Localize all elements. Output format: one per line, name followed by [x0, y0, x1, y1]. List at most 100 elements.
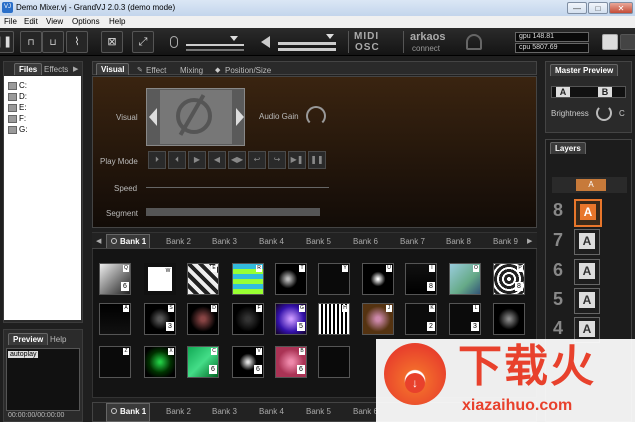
bank-tab-8[interactable]: Bank 8: [446, 237, 471, 246]
layout-split-icon[interactable]: [620, 34, 635, 50]
bank-bottom-tab-2[interactable]: Bank 2: [166, 407, 191, 416]
maximize-button[interactable]: □: [588, 2, 608, 14]
arkaos-label[interactable]: arkaos: [410, 32, 445, 43]
visual-prev-icon[interactable]: [149, 108, 157, 126]
layer-slot[interactable]: A: [574, 259, 600, 285]
clip-thumb[interactable]: T: [275, 263, 307, 295]
bank-scroll-right-icon[interactable]: ▶: [527, 237, 532, 245]
layer-crossfade-a[interactable]: A: [576, 179, 606, 191]
clip-thumb[interactable]: S3: [144, 303, 176, 335]
close-button[interactable]: ✕: [609, 2, 633, 14]
clip-thumb[interactable]: Y: [318, 263, 350, 295]
tab-preview[interactable]: Preview: [8, 333, 49, 345]
brightness-knob[interactable]: [596, 105, 612, 121]
clip-thumb[interactable]: F: [232, 303, 264, 335]
clip-thumb[interactable]: A: [99, 303, 131, 335]
clip-thumb[interactable]: [318, 346, 350, 378]
bank-tab-3[interactable]: Bank 3: [212, 237, 237, 246]
menu-edit[interactable]: Edit: [24, 17, 38, 26]
segment-bar[interactable]: [146, 208, 320, 216]
layer-row-8[interactable]: 8 A: [548, 198, 628, 227]
clip-thumb[interactable]: E: [187, 263, 219, 295]
master-b-icon[interactable]: B: [598, 87, 612, 97]
bank-tab-2[interactable]: Bank 2: [166, 237, 191, 246]
layer-slot[interactable]: A: [574, 229, 600, 255]
volume-slider-knob[interactable]: [326, 34, 334, 39]
clip-thumb[interactable]: W: [144, 263, 176, 295]
tab-files[interactable]: Files: [14, 63, 43, 75]
bank-tab-7[interactable]: Bank 7: [400, 237, 425, 246]
osc-label[interactable]: OSC: [355, 43, 380, 53]
speed-slider[interactable]: [146, 187, 329, 188]
clip-thumb[interactable]: L3: [449, 303, 481, 335]
headphones-icon[interactable]: [466, 34, 482, 50]
bank-tab-1[interactable]: Bank 1: [120, 237, 146, 246]
pause-icon[interactable]: ❚❚: [0, 31, 14, 53]
bank-tab-9[interactable]: Bank 9: [493, 237, 518, 246]
clip-thumb[interactable]: O: [449, 263, 481, 295]
clip-thumb[interactable]: G5: [275, 303, 307, 335]
menu-help[interactable]: Help: [109, 17, 125, 26]
clip-thumb[interactable]: Z: [99, 346, 131, 378]
volume-slider-2[interactable]: [278, 48, 336, 51]
layout-single-icon[interactable]: [602, 34, 618, 50]
connect-label[interactable]: connect: [412, 44, 440, 53]
tab-help[interactable]: Help: [50, 335, 66, 344]
clip-thumb[interactable]: R: [232, 263, 264, 295]
clip-thumb[interactable]: V6: [232, 346, 264, 378]
menu-file[interactable]: File: [4, 17, 17, 26]
clip-thumb[interactable]: J: [362, 303, 394, 335]
clip-thumb[interactable]: B6: [275, 346, 307, 378]
bank-bottom-tab-4[interactable]: Bank 4: [259, 407, 284, 416]
tab-scroll-right-icon[interactable]: ▶: [73, 65, 78, 73]
play-mode-loop-icon[interactable]: ⏵: [148, 151, 166, 169]
clip-thumb[interactable]: U: [362, 263, 394, 295]
clip-thumb[interactable]: Q6: [99, 263, 131, 295]
bank-bottom-tab-3[interactable]: Bank 3: [212, 407, 237, 416]
play-mode-step-icon[interactable]: ▶❚: [288, 151, 306, 169]
bank-tab-6[interactable]: Bank 6: [353, 237, 378, 246]
mic-slider-knob[interactable]: [230, 36, 238, 41]
layer-row-5[interactable]: 5 A: [548, 287, 628, 314]
bank-bottom-tab-5[interactable]: Bank 5: [306, 407, 331, 416]
clip-thumb[interactable]: I8: [405, 263, 437, 295]
play-mode-back-icon[interactable]: ⏴: [168, 151, 186, 169]
drive-d[interactable]: D:: [8, 92, 27, 101]
visual-next-icon[interactable]: [236, 108, 244, 126]
drive-g[interactable]: G:: [8, 125, 27, 134]
tab-position-size[interactable]: Position/Size: [225, 66, 271, 75]
clip-thumb[interactable]: D: [187, 303, 219, 335]
bank-tab-4[interactable]: Bank 4: [259, 237, 284, 246]
play-mode-pause-icon[interactable]: ❚❚: [308, 151, 326, 169]
clip-thumb[interactable]: [493, 303, 525, 335]
drive-e[interactable]: E:: [8, 103, 27, 112]
autoplay-toggle[interactable]: autoplay: [8, 351, 39, 358]
clip-thumb[interactable]: H: [318, 303, 350, 335]
layer-row-7[interactable]: 7 A: [548, 228, 628, 255]
minimize-button[interactable]: —: [567, 2, 587, 14]
drive-c[interactable]: C:: [8, 81, 27, 90]
bank-tab-5[interactable]: Bank 5: [306, 237, 331, 246]
clip-thumb[interactable]: K2: [405, 303, 437, 335]
play-mode-forward-icon[interactable]: ▶: [188, 151, 206, 169]
pulse-low-icon[interactable]: ⊓: [20, 31, 42, 53]
volume-slider[interactable]: [278, 42, 336, 45]
mic-slider[interactable]: [186, 44, 244, 46]
broom-icon[interactable]: ⌇: [66, 31, 88, 53]
tab-visual[interactable]: Visual: [96, 63, 130, 75]
bank-bottom-tab-6[interactable]: Bank 6: [353, 407, 378, 416]
midi-label[interactable]: MIDI: [354, 32, 379, 42]
layer-row-6[interactable]: 6 A: [548, 258, 628, 285]
bank-bottom-tab-1[interactable]: Bank 1: [120, 407, 146, 416]
close-visual-icon[interactable]: ⊠: [101, 31, 123, 53]
play-mode-pingpong-icon[interactable]: ◀▶: [228, 151, 246, 169]
clip-thumb[interactable]: C6: [187, 346, 219, 378]
layer-slot[interactable]: A: [574, 288, 600, 314]
tab-mixing[interactable]: Mixing: [180, 66, 203, 75]
tab-effect[interactable]: Effect: [146, 66, 166, 75]
pulse-high-icon[interactable]: ⊔: [42, 31, 64, 53]
clip-thumb[interactable]: P8: [493, 263, 525, 295]
play-mode-jump-icon[interactable]: ↩: [248, 151, 266, 169]
audio-gain-knob[interactable]: [306, 106, 326, 126]
fullscreen-icon[interactable]: ⤢: [132, 31, 154, 53]
